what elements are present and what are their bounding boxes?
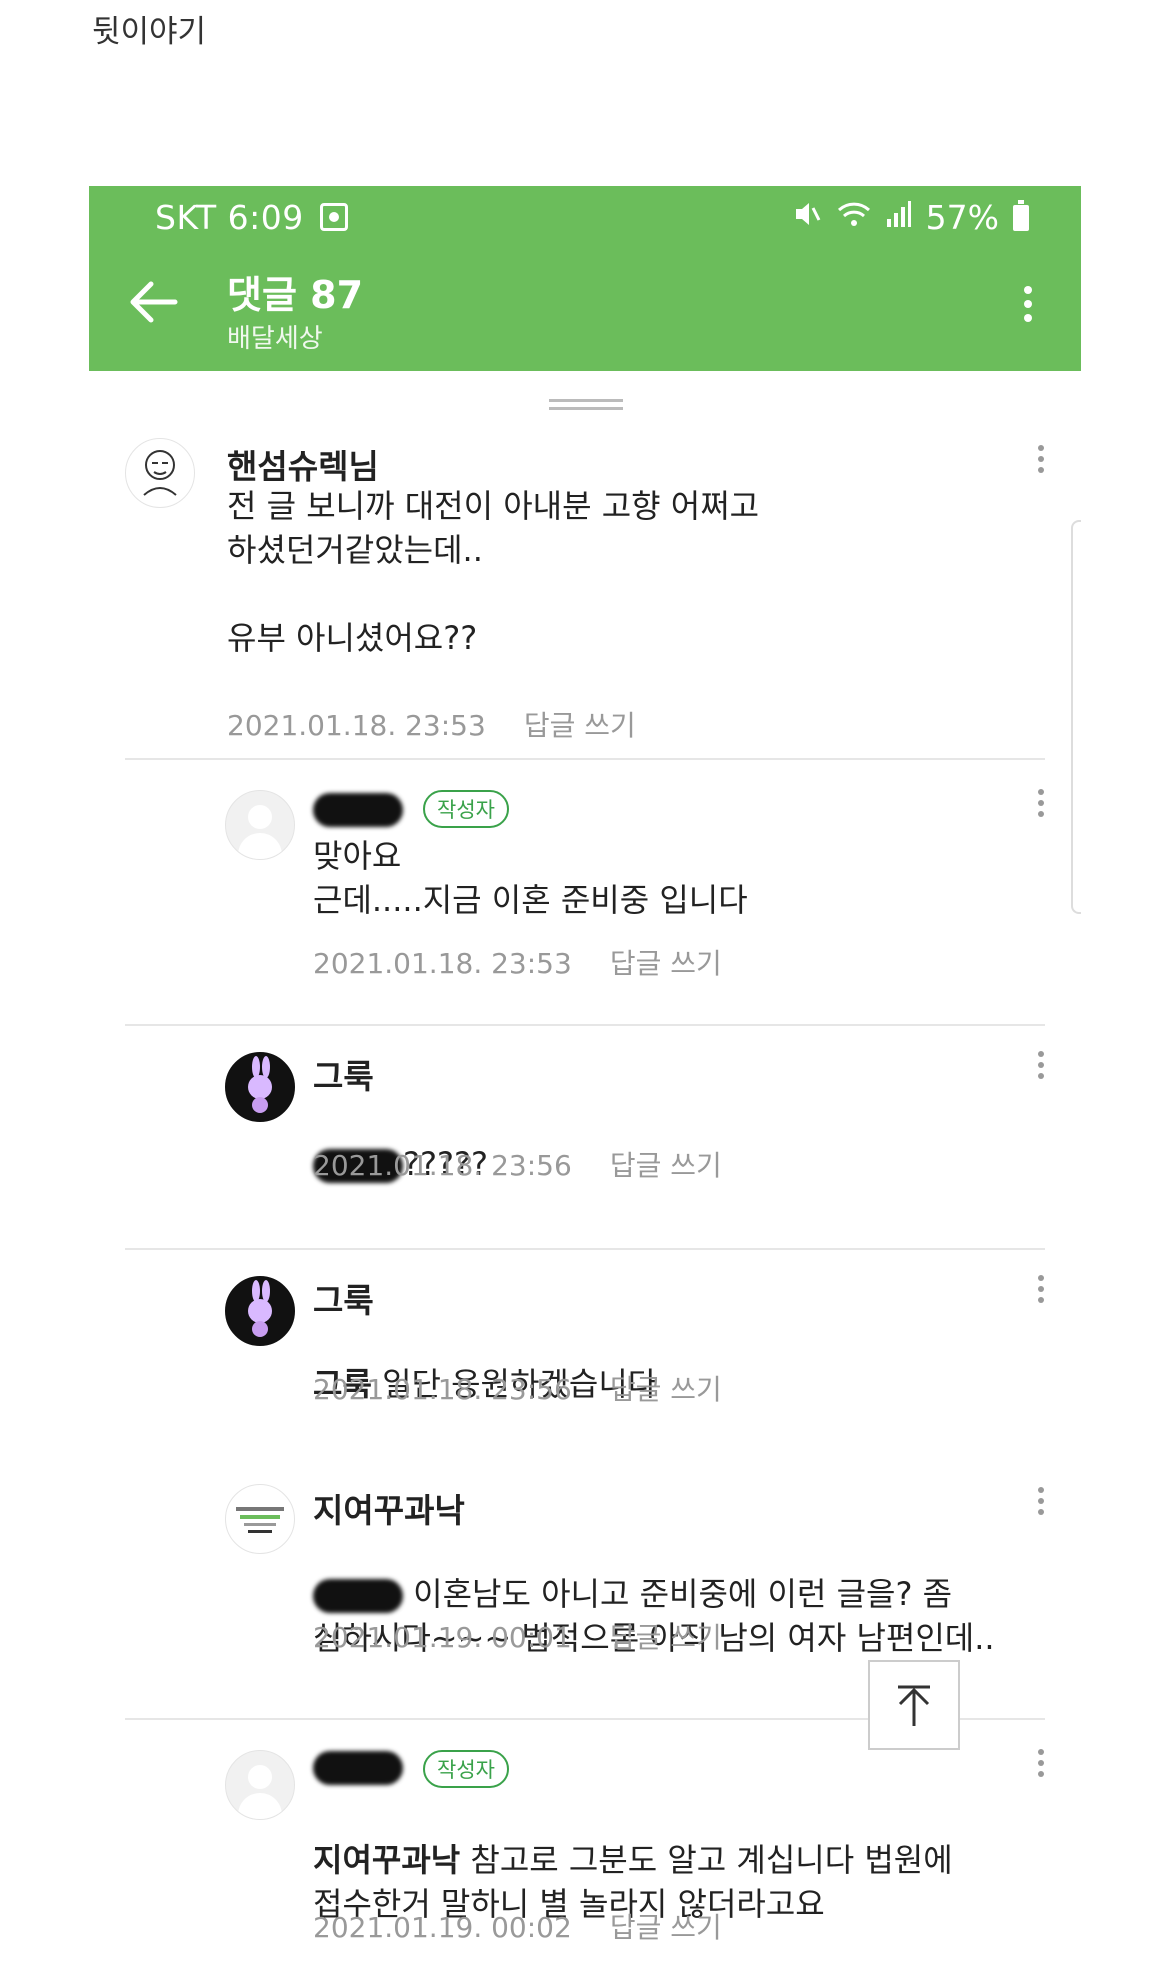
reply-button[interactable]: 답글 쓰기 bbox=[610, 1149, 722, 1182]
comment-item: 그룩 그룩 일단 응원하겠습니다 2021.01.18. 23:56 답글 쓰기 bbox=[89, 1266, 1081, 1446]
screenshot-icon bbox=[319, 202, 348, 231]
author-badge: 작성자 bbox=[423, 1750, 509, 1788]
reply-button[interactable]: 답글 쓰기 bbox=[610, 947, 722, 980]
arrow-up-icon bbox=[898, 1685, 930, 1726]
back-arrow-icon[interactable] bbox=[125, 274, 181, 330]
comment-meta: 2021.01.18. 23:56 답글 쓰기 bbox=[313, 1144, 722, 1184]
comment-item: 작성자 맞아요 근데.....지금 이혼 준비중 입니다 2021.01.18.… bbox=[89, 776, 1081, 996]
comment-author[interactable] bbox=[313, 788, 403, 827]
comment-menu-icon[interactable] bbox=[1037, 440, 1045, 478]
comment-meta: 2021.01.19. 00:01 답글 쓰기 bbox=[313, 1616, 722, 1656]
comment-meta: 2021.01.18. 23:56 답글 쓰기 bbox=[313, 1368, 722, 1408]
status-bar-left: SKT 6:09 bbox=[155, 198, 348, 237]
comment-menu-icon[interactable] bbox=[1037, 1482, 1045, 1520]
carrier-time: SKT 6:09 bbox=[155, 198, 304, 237]
comment-text: 맞아요 근데.....지금 이혼 준비중 입니다 bbox=[313, 837, 748, 919]
avatar[interactable] bbox=[225, 1750, 295, 1820]
reply-button[interactable]: 답글 쓰기 bbox=[610, 1621, 722, 1654]
comment-menu-icon[interactable] bbox=[1037, 1046, 1045, 1084]
divider bbox=[125, 1024, 1045, 1026]
comment-author[interactable] bbox=[313, 1746, 403, 1785]
comment-menu-icon[interactable] bbox=[1037, 1744, 1045, 1782]
mention[interactable]: 지여꾸과낙 bbox=[313, 1841, 460, 1879]
comment-author[interactable]: 그룩 bbox=[313, 1050, 374, 1098]
divider bbox=[125, 758, 1045, 760]
avatar[interactable] bbox=[225, 1276, 295, 1346]
page-title: 댓글 87 bbox=[227, 273, 364, 317]
comment-meta: 2021.01.18. 23:53 답글 쓰기 bbox=[313, 942, 722, 982]
avatar[interactable] bbox=[225, 1052, 295, 1122]
redacted-name bbox=[313, 1750, 403, 1785]
comment-date: 2021.01.18. 23:53 bbox=[227, 709, 486, 742]
drag-handle[interactable] bbox=[549, 399, 623, 410]
redacted-name bbox=[313, 792, 403, 827]
app-header: SKT 6:09 57% 댓글 87 배달세상 bbox=[89, 186, 1081, 371]
divider bbox=[125, 1248, 1045, 1250]
status-bar-right: 57% bbox=[792, 198, 1029, 237]
comment-date: 2021.01.19. 00:01 bbox=[313, 1621, 572, 1654]
comment-date: 2021.01.18. 23:53 bbox=[313, 947, 572, 980]
reply-button[interactable]: 답글 쓰기 bbox=[610, 1373, 722, 1406]
comment-meta: 2021.01.19. 00:02 답글 쓰기 bbox=[313, 1906, 722, 1946]
reply-button[interactable]: 답글 쓰기 bbox=[610, 1911, 722, 1944]
battery-icon bbox=[1013, 199, 1029, 231]
reply-button[interactable]: 답글 쓰기 bbox=[524, 709, 636, 742]
more-menu-icon[interactable] bbox=[1023, 280, 1033, 328]
avatar[interactable] bbox=[125, 438, 195, 508]
comment-author[interactable]: 핸섬슈렉님 bbox=[227, 440, 379, 488]
comment-author[interactable]: 그룩 bbox=[313, 1274, 374, 1322]
comment-date: 2021.01.19. 00:02 bbox=[313, 1911, 572, 1944]
wifi-icon bbox=[836, 198, 872, 237]
comment-menu-icon[interactable] bbox=[1037, 784, 1045, 822]
author-badge: 작성자 bbox=[423, 790, 509, 828]
comment-item: 작성자 지여꾸과낙 참고로 그분도 알고 계십니다 법원에 접수한거 말하니 별… bbox=[89, 1736, 1081, 1962]
redacted-mention bbox=[313, 1579, 403, 1613]
battery-percent: 57% bbox=[925, 198, 999, 237]
post-section-label: 뒷이야기 bbox=[92, 14, 207, 50]
mute-icon bbox=[792, 198, 822, 237]
comment-meta: 2021.01.18. 23:53 답글 쓰기 bbox=[227, 704, 636, 744]
avatar[interactable] bbox=[225, 790, 295, 860]
comment-date: 2021.01.18. 23:56 bbox=[313, 1149, 572, 1182]
comment-item: 핸섬슈렉님 전 글 보니까 대전이 아내분 고향 어쩌고 하셨던거같았는데.. … bbox=[89, 428, 1081, 758]
avatar[interactable] bbox=[225, 1484, 295, 1554]
comment-date: 2021.01.18. 23:56 bbox=[313, 1373, 572, 1406]
scroll-to-top-button[interactable] bbox=[868, 1660, 960, 1750]
page-subtitle: 배달세상 bbox=[227, 324, 323, 354]
comment-item: 그룩 ????? 2021.01.18. 23:56 답글 쓰기 bbox=[89, 1042, 1081, 1222]
comment-text: 전 글 보니까 대전이 아내분 고향 어쩌고 하셨던거같았는데.. 유부 아니셨… bbox=[227, 487, 760, 657]
comment-author[interactable]: 지여꾸과낙 bbox=[313, 1484, 465, 1532]
signal-icon bbox=[886, 198, 912, 237]
comment-menu-icon[interactable] bbox=[1037, 1270, 1045, 1308]
